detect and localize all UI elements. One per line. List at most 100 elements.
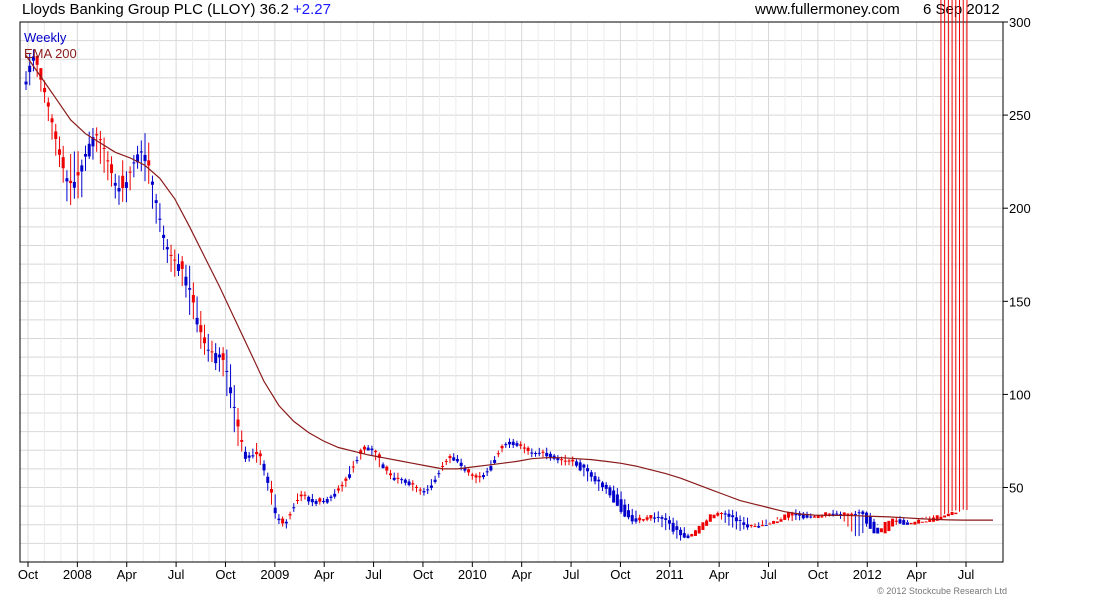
candle-body <box>385 466 389 471</box>
candle-body <box>351 466 355 468</box>
candle-body <box>80 165 84 172</box>
candle-body <box>894 520 898 522</box>
grid-lines <box>20 21 1003 562</box>
candle-body <box>340 484 344 487</box>
candle-body <box>162 234 166 238</box>
candle-body <box>433 479 437 482</box>
y-tick-label: 250 <box>1009 108 1031 123</box>
candle-body <box>266 476 270 483</box>
candle-body <box>72 181 76 188</box>
x-tick-label: Apr <box>709 567 730 582</box>
candle-body <box>939 516 943 520</box>
candle-body <box>467 469 471 473</box>
candle-body <box>742 522 746 525</box>
candle-body <box>214 353 218 364</box>
candle-body <box>775 521 779 524</box>
candle-body <box>597 479 601 482</box>
candle-body <box>426 489 430 491</box>
candle-body <box>396 477 400 479</box>
candle-body <box>95 134 99 136</box>
candle-body <box>481 475 485 478</box>
candle-body <box>946 513 950 517</box>
candle-body <box>712 514 716 519</box>
candle-body <box>582 464 586 468</box>
x-tick-label: 2009 <box>260 567 289 582</box>
x-tick-label: Oct <box>215 567 236 582</box>
candle-body <box>61 157 65 169</box>
candle-body <box>310 499 314 503</box>
candle-body <box>243 451 247 459</box>
candle-body <box>370 448 374 451</box>
candle-body <box>455 459 459 462</box>
candle-body <box>366 447 370 451</box>
candle-body <box>515 443 519 446</box>
candle-body <box>905 522 909 525</box>
candle-body <box>530 452 534 454</box>
candle-body <box>106 160 110 162</box>
candle-body <box>69 180 73 184</box>
candle-body <box>206 349 210 351</box>
candle-body <box>318 498 322 502</box>
candle-body <box>954 512 958 515</box>
candle-body <box>701 522 705 530</box>
candle-body <box>690 534 694 537</box>
x-tick-label: 2011 <box>656 567 684 582</box>
candle-body <box>816 515 820 519</box>
candle-body <box>887 520 891 532</box>
candle-body <box>493 459 497 463</box>
candle-body <box>719 513 723 515</box>
candle-body <box>902 520 906 525</box>
candle-body <box>459 462 463 466</box>
candle-body <box>615 494 619 506</box>
candle-body <box>374 450 378 453</box>
candle-body <box>247 455 251 458</box>
candle-body <box>84 154 88 157</box>
candle-body <box>344 478 348 481</box>
candle-body <box>679 529 683 536</box>
candle-body <box>113 182 117 186</box>
candle-body <box>805 515 809 518</box>
candle-body <box>444 460 448 462</box>
candle-body <box>865 512 869 524</box>
candle-body <box>180 261 184 269</box>
candle-body <box>619 499 623 512</box>
candle-body <box>418 489 422 491</box>
candle-body <box>121 175 125 188</box>
candle-body <box>262 463 266 471</box>
candle-body <box>478 476 482 478</box>
x-tick-label: Apr <box>314 567 335 582</box>
candle-body <box>407 481 411 486</box>
candle-body <box>124 182 128 188</box>
candle-body <box>217 354 221 358</box>
candle-body <box>281 518 285 524</box>
candle-body <box>746 524 750 528</box>
candle-body <box>879 528 883 533</box>
candle-body <box>764 524 768 526</box>
candle-body <box>348 474 352 478</box>
candle-body <box>567 460 571 462</box>
chart-svg: Oct 2008 Apr Jul Oct 2009 Apr Jul Oct 2010 Apr Jul O… <box>18 0 1031 582</box>
candle-body <box>448 456 452 459</box>
candle-body <box>504 444 508 446</box>
candle-body <box>24 81 28 85</box>
x-tick-label: Jul <box>563 567 580 582</box>
candle-body <box>176 264 180 271</box>
candle-body <box>54 131 58 139</box>
candle-body <box>165 247 169 250</box>
candle-body <box>65 178 69 182</box>
candle-body <box>333 493 337 497</box>
candle-body <box>876 527 880 534</box>
candle-body <box>891 518 895 527</box>
candle-body <box>534 453 538 455</box>
candle-body <box>664 518 668 520</box>
candle-body <box>307 496 311 502</box>
x-tick-label: Apr <box>512 567 533 582</box>
candle-body <box>753 526 757 528</box>
candle-body <box>909 522 913 525</box>
candle-body <box>184 276 188 286</box>
candle-body <box>917 519 921 524</box>
candle-body <box>277 518 281 521</box>
candle-body <box>203 337 207 344</box>
candle-body <box>496 453 500 455</box>
candle-body <box>191 294 195 303</box>
